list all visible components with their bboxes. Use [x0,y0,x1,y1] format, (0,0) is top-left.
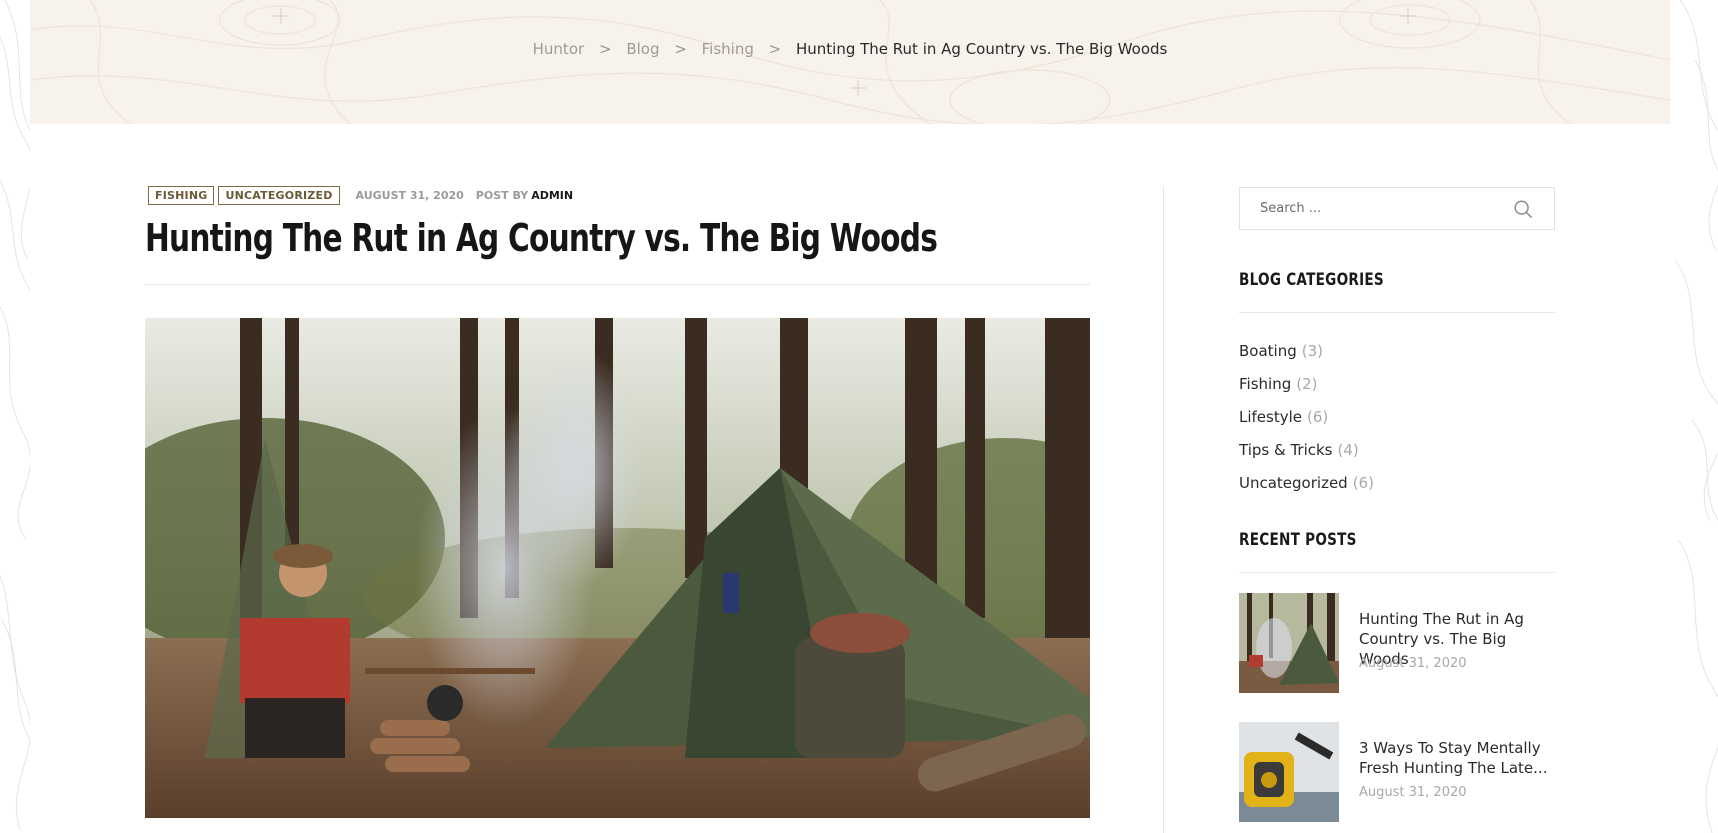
category-item[interactable]: Boating (3) [1239,334,1374,367]
breadcrumb-current: Hunting The Rut in Ag Country vs. The Bi… [796,40,1168,58]
category-item[interactable]: Tips & Tricks (4) [1239,433,1374,466]
category-count: (6) [1352,473,1374,492]
category-item[interactable]: Uncategorized (6) [1239,466,1374,499]
search-icon[interactable] [1512,198,1534,220]
post-title: Hunting The Rut in Ag Country vs. The Bi… [145,216,938,260]
recent-post-item[interactable]: Hunting The Rut in Ag Country vs. The Bi… [1239,593,1555,693]
post-author-link[interactable]: ADMIN [531,189,573,202]
breadcrumb-home-link[interactable]: Huntor [533,40,585,58]
category-item[interactable]: Lifestyle (6) [1239,400,1374,433]
category-name[interactable]: Boating [1239,342,1297,360]
category-list: Boating (3) Fishing (2) Lifestyle (6) Tips … [1239,334,1374,499]
category-count: (4) [1337,440,1359,459]
column-divider [1163,186,1164,833]
search-box [1239,187,1555,230]
category-count: (6) [1307,407,1329,426]
category-name[interactable]: Uncategorized [1239,474,1348,492]
recent-post-item[interactable]: 3 Ways To Stay Mentally Fresh Hunting Th… [1239,722,1555,822]
category-count: (3) [1301,341,1323,360]
main-content: FISHING UNCATEGORIZED AUGUST 31, 2020 PO… [30,124,1670,833]
tag-fishing[interactable]: FISHING [148,186,215,205]
category-count: (2) [1296,374,1318,393]
breadcrumb-separator: > [598,40,612,58]
post-date[interactable]: AUGUST 31, 2020 [356,189,464,202]
breadcrumb-separator: > [674,40,687,58]
topo-background-left [0,0,30,833]
title-divider [145,284,1090,285]
breadcrumb-separator: > [768,40,782,58]
categories-divider [1239,312,1555,313]
page-header-band: Huntor > Blog > Fishing > Hunting The Ru… [30,0,1670,124]
recent-post-date: August 31, 2020 [1359,656,1467,671]
breadcrumb: Huntor > Blog > Fishing > Hunting The Ru… [30,40,1670,58]
search-input[interactable] [1260,201,1512,216]
recent-posts-title: RECENT POSTS [1239,530,1357,550]
recent-post-thumbnail[interactable] [1239,722,1339,822]
topo-pattern [30,0,1670,124]
hero-image [145,318,1090,818]
breadcrumb-fishing-link[interactable]: Fishing [702,40,754,58]
recent-post-title[interactable]: 3 Ways To Stay Mentally Fresh Hunting Th… [1359,738,1555,778]
category-name[interactable]: Lifestyle [1239,408,1302,426]
category-name[interactable]: Fishing [1239,375,1291,393]
blog-categories-title: BLOG CATEGORIES [1239,270,1384,290]
post-meta: FISHING UNCATEGORIZED AUGUST 31, 2020 PO… [148,186,573,205]
recent-post-date: August 31, 2020 [1359,785,1467,800]
post-by-label: POST BY [475,189,529,202]
recent-posts-divider [1239,572,1555,573]
category-item[interactable]: Fishing (2) [1239,367,1374,400]
category-name[interactable]: Tips & Tricks [1239,441,1332,459]
breadcrumb-blog-link[interactable]: Blog [626,40,659,58]
recent-post-thumbnail[interactable] [1239,593,1339,693]
tag-uncategorized[interactable]: UNCATEGORIZED [218,186,340,205]
topo-background-right [1670,0,1718,833]
